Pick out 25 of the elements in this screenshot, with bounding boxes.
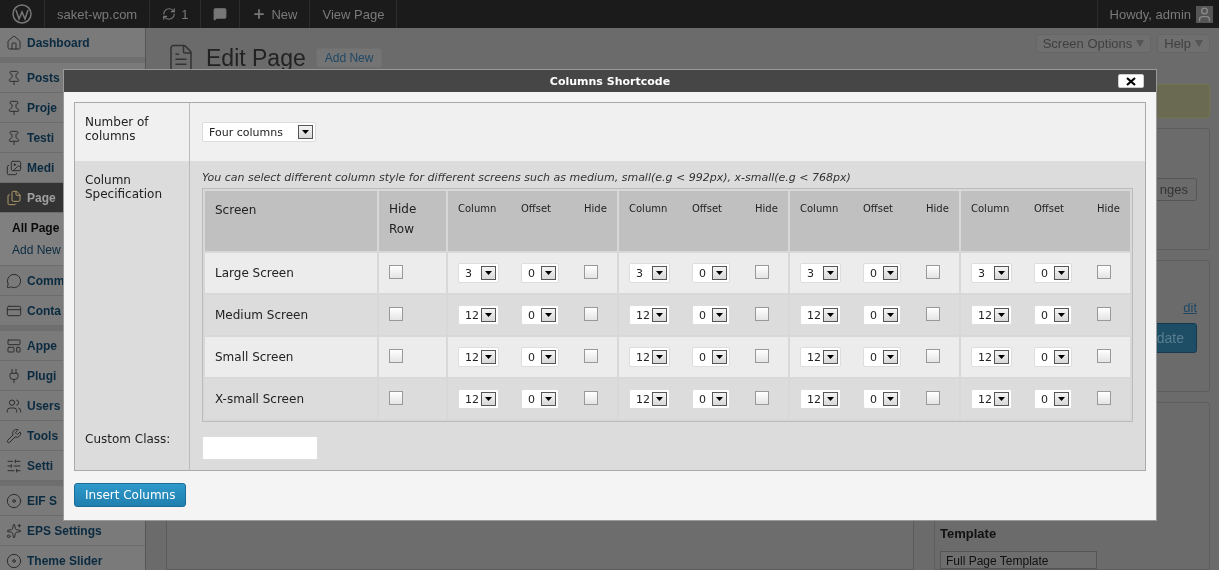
column-header: Screen bbox=[205, 191, 377, 251]
field-label: Column Specification bbox=[85, 173, 163, 201]
modal-title: Columns Shortcode bbox=[549, 74, 671, 88]
offset-label: Offset bbox=[863, 203, 895, 214]
offset-label: Offset bbox=[521, 203, 553, 214]
hide-label: Hide bbox=[1097, 203, 1120, 214]
template-label: Template bbox=[940, 526, 998, 541]
screen-cell: X-small Screen bbox=[205, 379, 377, 419]
column-header: Hide Row bbox=[379, 191, 446, 251]
column-label: Column bbox=[800, 203, 840, 214]
page-title: Edit Page bbox=[206, 44, 306, 72]
screen-cell: Large Screen bbox=[205, 253, 377, 293]
hide-label: Hide bbox=[755, 203, 778, 214]
offset-label: Offset bbox=[1034, 203, 1066, 214]
field-label: Number of columns bbox=[85, 115, 149, 143]
column-label: Column bbox=[971, 203, 1011, 214]
column-label: Column bbox=[629, 203, 669, 214]
help-text: You can select different column style for different screens such as medium, small(e.g < 992px), x-small(e.g < 768px) bbox=[202, 171, 852, 184]
field-label: Custom Class: bbox=[85, 432, 171, 446]
offset-label: Offset bbox=[692, 203, 724, 214]
screen-cell: Medium Screen bbox=[205, 295, 377, 335]
column-label: Column bbox=[458, 203, 498, 214]
hide-label: Hide bbox=[584, 203, 607, 214]
screen-cell: Small Screen bbox=[205, 337, 377, 377]
hide-label: Hide bbox=[926, 203, 949, 214]
